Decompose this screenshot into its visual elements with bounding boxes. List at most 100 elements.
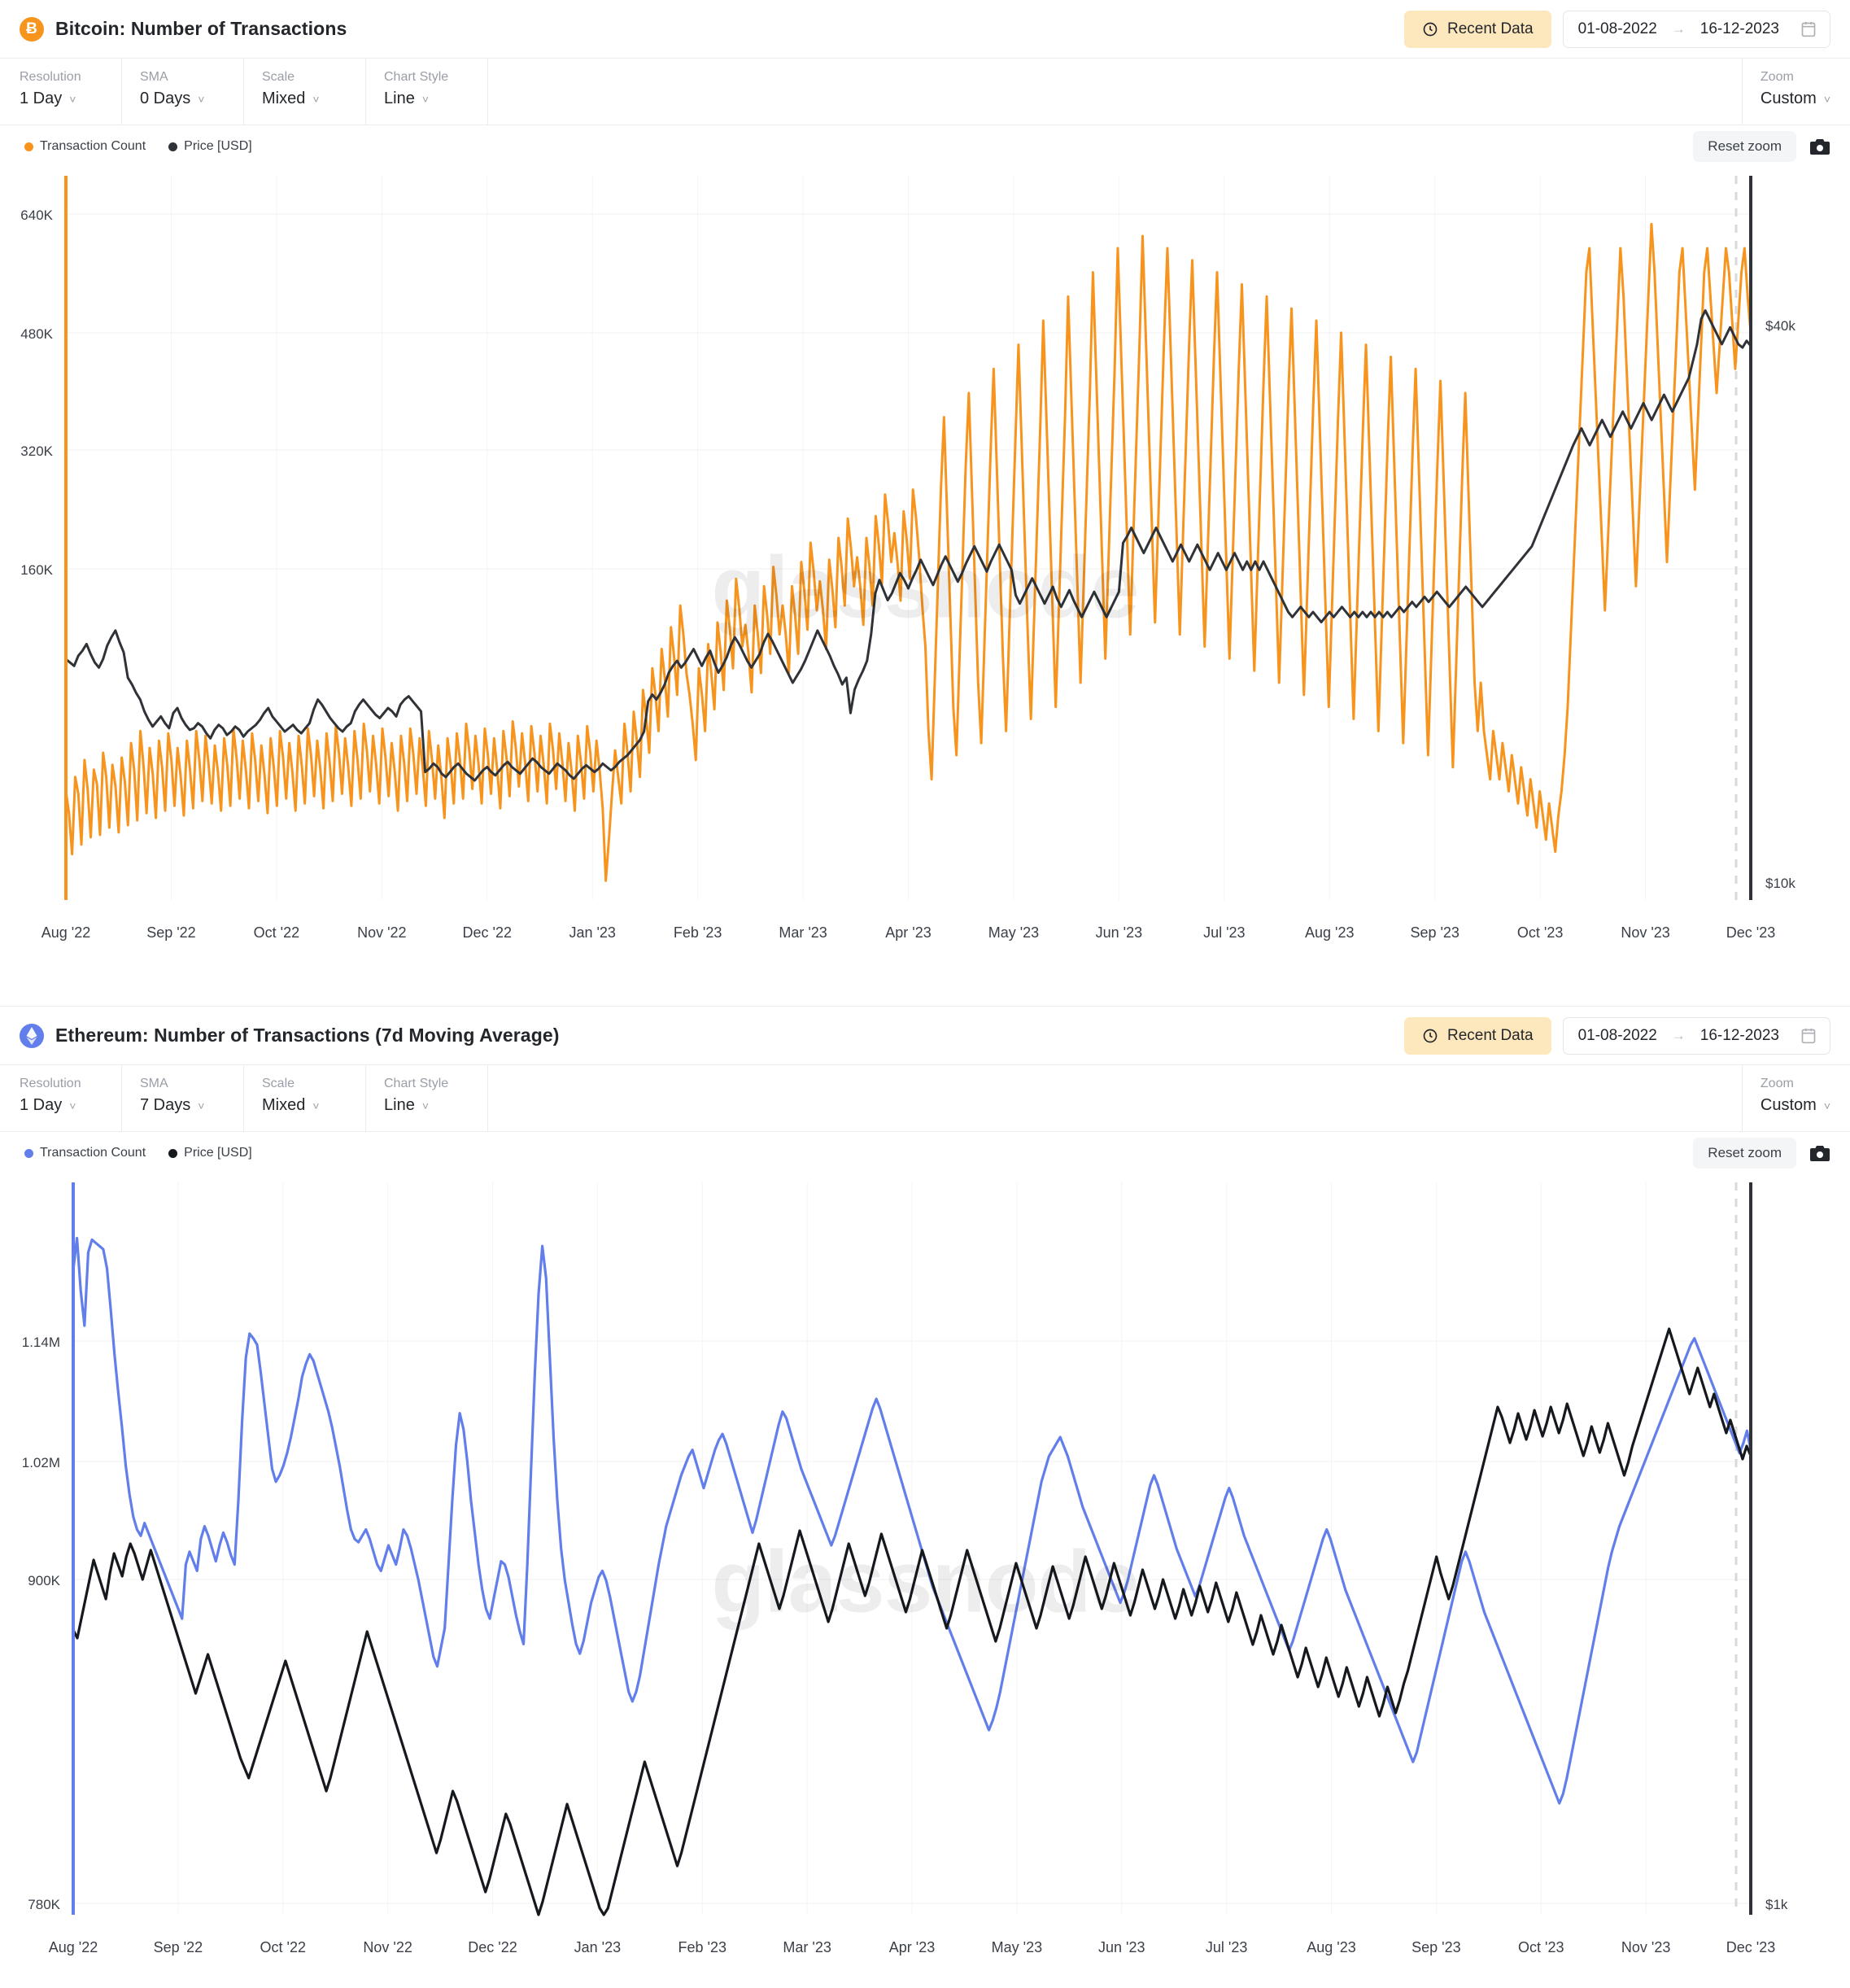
option-sma[interactable]: SMA 0 Days ˅ — [122, 59, 244, 125]
option-zoom-value[interactable]: Custom ˅ — [1761, 1096, 1830, 1115]
legend-dot-transaction-count — [24, 1148, 33, 1158]
chevron-down-icon: ˅ — [421, 92, 429, 106]
legend-dot-price — [168, 142, 178, 151]
x-axis-tick: Apr '23 — [885, 924, 931, 941]
y-axis-tick-left: 780K — [28, 1897, 60, 1912]
option-sma-value[interactable]: 7 Days ˅ — [140, 1096, 225, 1115]
x-axis-tick: Oct '23 — [1518, 1939, 1564, 1955]
option-zoom-label: Zoom — [1760, 70, 1794, 84]
option-resolution-label: Resolution — [20, 1077, 81, 1090]
legend-dot-transaction-count — [24, 142, 33, 151]
reset-zoom-button[interactable]: Reset zoom — [1693, 131, 1796, 162]
option-zoom[interactable]: Zoom Custom ˅ — [1743, 1065, 1850, 1131]
panel-title-group: Ethereum: Number of Transactions (7d Mov… — [20, 1023, 560, 1048]
legend-bar: Transaction Count Price [USD] Reset zoom — [0, 125, 1850, 168]
y-axis-tick-left: 900K — [28, 1573, 60, 1588]
y-axis-tick-right: $10k — [1765, 876, 1795, 891]
x-axis-tick: Dec '23 — [1726, 924, 1775, 941]
x-axis-tick: Nov '23 — [1621, 1939, 1670, 1955]
option-chart-style-label: Chart Style — [384, 70, 449, 84]
option-resolution-label: Resolution — [20, 70, 81, 84]
panel-titlebar: Ƀ Bitcoin: Number of Transactions Recent… — [0, 0, 1850, 59]
x-axis-tick: Feb '23 — [678, 1939, 726, 1955]
legend-actions: Reset zoom — [1693, 1138, 1830, 1169]
option-zoom[interactable]: Zoom Custom ˅ — [1743, 59, 1850, 125]
camera-icon[interactable] — [1809, 1144, 1830, 1162]
option-sma[interactable]: SMA 7 Days ˅ — [122, 1065, 244, 1131]
option-resolution-value[interactable]: 1 Day ˅ — [20, 1096, 103, 1115]
x-axis-tick: Feb '23 — [674, 924, 722, 941]
recent-data-button[interactable]: Recent Data — [1403, 1016, 1551, 1055]
option-scale-value[interactable]: Mixed ˅ — [262, 1096, 347, 1115]
x-axis-tick: May '23 — [988, 924, 1039, 941]
option-resolution[interactable]: Resolution 1 Day ˅ — [0, 59, 122, 125]
options-bar: Resolution 1 Day ˅ SMA 7 Days ˅ Scale Mi… — [0, 1065, 1850, 1132]
chart-svg-bitcoin[interactable]: 160K 320K 480K 640K $10k $40k Aug '22 Sep '22 Oc… — [0, 168, 1850, 1006]
option-zoom-value[interactable]: Custom ˅ — [1761, 90, 1830, 108]
x-axis-tick: Oct '23 — [1517, 924, 1563, 941]
chart-plot-area-ethereum[interactable]: glassnode 780K 900K 1.02M 1.14M $1k Aug '22 Se… — [0, 1174, 1850, 1988]
legend-items: Transaction Count Price [USD] — [20, 1146, 252, 1160]
x-axis-tick: Jun '23 — [1096, 924, 1142, 941]
date-range-arrow: → — [1671, 20, 1686, 37]
option-resolution[interactable]: Resolution 1 Day ˅ — [0, 1065, 122, 1131]
option-chart-style[interactable]: Chart Style Line ˅ — [366, 1065, 488, 1131]
y-axis-tick-right: $1k — [1765, 1897, 1788, 1912]
date-from-input[interactable]: 01-08-2022 — [1578, 1027, 1657, 1045]
option-scale[interactable]: Scale Mixed ˅ — [244, 1065, 366, 1131]
chart-plot-area-bitcoin[interactable]: glassnode 160K 320K 480K 640K $10k $40k Aug '2… — [0, 168, 1850, 1006]
x-axis-tick: May '23 — [992, 1939, 1042, 1955]
option-scale-text: Mixed — [262, 90, 306, 107]
date-range-picker[interactable]: 01-08-2022 → 16-12-2023 — [1562, 10, 1830, 48]
x-axis-tick: Aug '22 — [41, 924, 91, 941]
x-axis-tick: Sep '23 — [1411, 1939, 1461, 1955]
legend-actions: Reset zoom — [1693, 131, 1830, 162]
legend-item-price[interactable]: Price [USD] — [168, 1146, 252, 1160]
legend-bar: Transaction Count Price [USD] Reset zoom — [0, 1132, 1850, 1174]
option-chart-style-text: Line — [384, 1096, 415, 1114]
chart-svg-ethereum[interactable]: 780K 900K 1.02M 1.14M $1k Aug '22 Sep '22 Oct '… — [0, 1174, 1850, 1988]
x-axis-tick: Sep '23 — [1410, 924, 1459, 941]
option-scale-text: Mixed — [262, 1096, 306, 1114]
x-axis-tick: Dec '22 — [468, 1939, 517, 1955]
option-chart-style-label: Chart Style — [384, 1077, 449, 1090]
calendar-icon[interactable] — [1800, 20, 1817, 38]
option-scale[interactable]: Scale Mixed ˅ — [244, 59, 366, 125]
y-axis-tick-left: 1.14M — [22, 1335, 60, 1350]
bitcoin-glyph: Ƀ — [26, 20, 37, 37]
date-to-input[interactable]: 16-12-2023 — [1700, 20, 1779, 38]
x-axis-tick: Aug '23 — [1305, 924, 1355, 941]
recent-data-button[interactable]: Recent Data — [1403, 10, 1551, 48]
panel-titlebar: Ethereum: Number of Transactions (7d Mov… — [0, 1007, 1850, 1065]
option-chart-style-value[interactable]: Line ˅ — [384, 90, 469, 108]
option-chart-style[interactable]: Chart Style Line ˅ — [366, 59, 488, 125]
option-sma-text: 0 Days — [140, 90, 191, 107]
ethereum-icon — [20, 1023, 44, 1048]
date-from-input[interactable]: 01-08-2022 — [1578, 20, 1657, 38]
camera-icon[interactable] — [1809, 138, 1830, 155]
x-axis-tick: Oct '22 — [260, 1939, 306, 1955]
legend-item-price[interactable]: Price [USD] — [168, 139, 252, 154]
legend-item-transaction-count[interactable]: Transaction Count — [24, 1146, 146, 1160]
option-scale-value[interactable]: Mixed ˅ — [262, 90, 347, 108]
x-axis-tick: Jul '23 — [1206, 1939, 1247, 1955]
chevron-down-icon: ˅ — [198, 92, 205, 106]
option-resolution-value[interactable]: 1 Day ˅ — [20, 90, 103, 108]
legend-label-transaction-count: Transaction Count — [40, 139, 146, 153]
options-spacer — [488, 59, 1743, 125]
date-to-input[interactable]: 16-12-2023 — [1700, 1027, 1779, 1045]
option-resolution-text: 1 Day — [20, 1096, 63, 1114]
page-title: Ethereum: Number of Transactions (7d Mov… — [55, 1025, 560, 1046]
recent-data-label: Recent Data — [1446, 1026, 1534, 1044]
x-axis-tick: Jun '23 — [1098, 1939, 1145, 1955]
option-scale-label: Scale — [262, 1077, 295, 1090]
legend-item-transaction-count[interactable]: Transaction Count — [24, 139, 146, 154]
option-sma-value[interactable]: 0 Days ˅ — [140, 90, 225, 108]
calendar-icon[interactable] — [1800, 1027, 1817, 1045]
clock-icon — [1423, 1029, 1438, 1042]
date-range-picker[interactable]: 01-08-2022 → 16-12-2023 — [1562, 1016, 1830, 1055]
legend-dot-price — [168, 1148, 178, 1158]
option-chart-style-value[interactable]: Line ˅ — [384, 1096, 469, 1115]
reset-zoom-button[interactable]: Reset zoom — [1693, 1138, 1796, 1169]
date-range-arrow: → — [1671, 1027, 1686, 1043]
